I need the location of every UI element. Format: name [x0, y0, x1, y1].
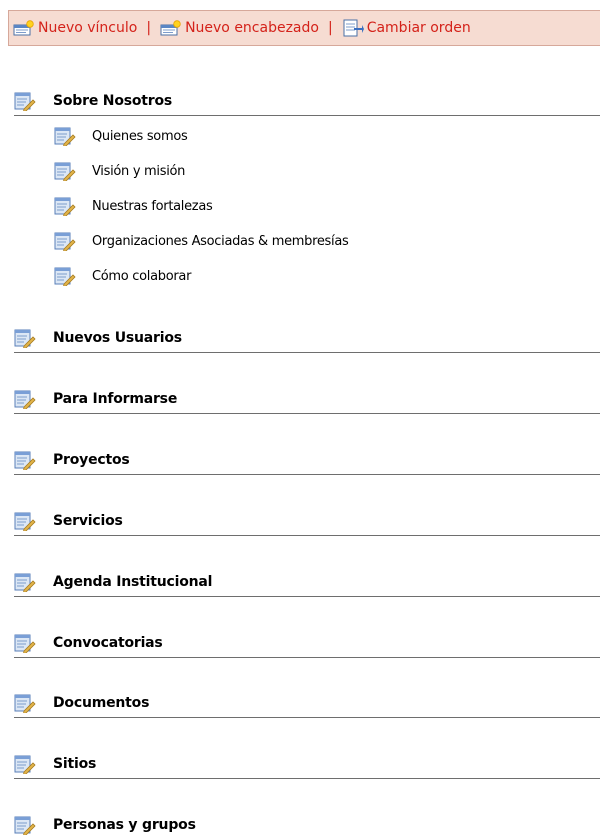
toolbar-separator: | — [146, 20, 152, 36]
nav-heading-label: Documentos — [53, 694, 150, 711]
nav-link-nuestras-fortalezas[interactable]: Nuestras fortalezas — [54, 194, 213, 218]
nav-link-label: Visión y misión — [92, 163, 186, 179]
nav-heading-documentos[interactable]: Documentos — [14, 688, 600, 718]
nav-link-label: Quienes somos — [92, 128, 188, 144]
page-edit-icon — [54, 126, 76, 146]
page-edit-icon — [54, 266, 76, 286]
page-edit-icon — [14, 754, 36, 774]
page-edit-icon — [14, 633, 36, 653]
nav-heading-nuevos-usuarios[interactable]: Nuevos Usuarios — [14, 323, 600, 353]
quick-launch-toolbar: Nuevo vínculo | Nuevo encabezado | Cambi… — [8, 10, 600, 46]
page-edit-icon — [54, 231, 76, 251]
nav-heading-convocatorias[interactable]: Convocatorias — [14, 628, 600, 658]
nav-link-label: Organizaciones Asociadas & membresías — [92, 233, 349, 249]
page-edit-icon — [14, 511, 36, 531]
nav-link-vision-y-mision[interactable]: Visión y misión — [54, 159, 185, 183]
new-heading-label: Nuevo encabezado — [185, 20, 319, 36]
page-edit-icon — [54, 161, 76, 181]
toolbar-separator: | — [327, 20, 333, 36]
page-edit-icon — [14, 328, 36, 348]
nav-link-quienes-somos[interactable]: Quienes somos — [54, 124, 188, 148]
nav-heading-label: Agenda Institucional — [53, 573, 213, 590]
nav-heading-label: Nuevos Usuarios — [53, 329, 182, 346]
nav-heading-label: Para Informarse — [53, 390, 178, 407]
nav-heading-sobre-nosotros[interactable]: Sobre Nosotros — [14, 86, 600, 116]
nav-heading-label: Personas y grupos — [53, 817, 196, 833]
nav-link-label: Cómo colaborar — [92, 268, 192, 284]
new-heading-button[interactable]: Nuevo encabezado — [160, 19, 319, 37]
nav-heading-sitios[interactable]: Sitios — [14, 749, 600, 779]
nav-heading-para-informarse[interactable]: Para Informarse — [14, 384, 600, 414]
nav-heading-label: Servicios — [53, 512, 123, 529]
page-edit-icon — [14, 91, 36, 111]
new-link-icon — [13, 19, 35, 37]
new-link-button[interactable]: Nuevo vínculo — [13, 19, 137, 37]
page-edit-icon — [54, 196, 76, 216]
page-edit-icon — [14, 389, 36, 409]
nav-link-organizaciones-asociadas[interactable]: Organizaciones Asociadas & membresías — [54, 229, 349, 253]
nav-heading-agenda-institucional[interactable]: Agenda Institucional — [14, 567, 600, 597]
nav-link-como-colaborar[interactable]: Cómo colaborar — [54, 264, 191, 288]
nav-heading-label: Sobre Nosotros — [53, 92, 173, 109]
nav-heading-servicios[interactable]: Servicios — [14, 506, 600, 536]
nav-heading-proyectos[interactable]: Proyectos — [14, 445, 600, 475]
change-order-label: Cambiar orden — [366, 20, 471, 36]
new-heading-icon — [160, 19, 182, 37]
change-order-icon — [342, 19, 364, 37]
nav-link-label: Nuestras fortalezas — [92, 198, 213, 214]
nav-heading-label: Proyectos — [53, 451, 130, 468]
new-link-label: Nuevo vínculo — [38, 20, 138, 36]
page-edit-icon — [14, 815, 36, 835]
nav-heading-label: Convocatorias — [53, 634, 163, 651]
page-edit-icon — [14, 450, 36, 470]
nav-heading-label: Sitios — [53, 755, 97, 772]
change-order-button[interactable]: Cambiar orden — [342, 19, 471, 37]
page-edit-icon — [14, 572, 36, 592]
page-edit-icon — [14, 693, 36, 713]
